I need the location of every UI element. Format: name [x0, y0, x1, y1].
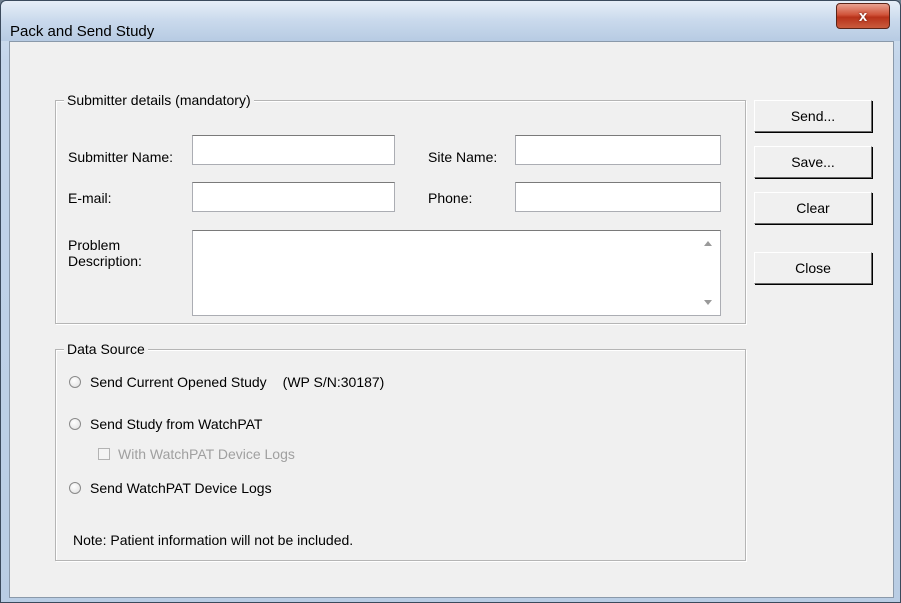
radio-button-icon[interactable] [69, 482, 81, 494]
email-input[interactable] [192, 182, 395, 212]
checkbox-device-logs[interactable]: With WatchPAT Device Logs [98, 446, 295, 462]
phone-input[interactable] [515, 182, 721, 212]
pack-and-send-dialog: Pack and Send Study x Submitter details … [0, 0, 901, 603]
close-window-button[interactable]: x [836, 3, 890, 29]
problem-label-line2: Description: [68, 253, 142, 269]
phone-label: Phone: [428, 190, 473, 206]
close-icon: x [858, 7, 868, 25]
scroll-down-arrow-icon[interactable] [704, 300, 712, 305]
scroll-up-arrow-icon[interactable] [704, 241, 712, 246]
patient-info-note: Note: Patient information will not be in… [73, 532, 354, 548]
site-name-input[interactable] [515, 135, 721, 165]
radio-button-icon[interactable] [69, 376, 81, 388]
radio-send-current-study[interactable]: Send Current Opened Study (WP S/N:30187) [69, 374, 384, 390]
problem-description-textarea[interactable] [192, 230, 721, 316]
window-title: Pack and Send Study [10, 23, 155, 40]
checkbox-icon[interactable] [98, 448, 110, 460]
radio-send-device-logs[interactable]: Send WatchPAT Device Logs [69, 480, 272, 496]
save-button[interactable]: Save... [754, 146, 872, 178]
data-source-legend: Data Source [64, 341, 148, 357]
radio-send-from-watchpat[interactable]: Send Study from WatchPAT [69, 416, 262, 432]
radio-send-device-logs-label: Send WatchPAT Device Logs [90, 480, 272, 496]
dialog-client-area: Submitter details (mandatory) Submitter … [9, 41, 894, 598]
radio-button-icon[interactable] [69, 418, 81, 430]
close-button[interactable]: Close [754, 252, 872, 284]
submitter-name-label: Submitter Name: [68, 149, 174, 165]
radio-send-current-study-label: Send Current Opened Study [90, 374, 267, 390]
clear-button[interactable]: Clear [754, 192, 872, 224]
send-button[interactable]: Send... [754, 100, 872, 132]
email-label: E-mail: [68, 190, 112, 206]
title-bar[interactable]: Pack and Send Study x [1, 1, 900, 41]
serial-number-text: (WP S/N:30187) [282, 374, 385, 390]
checkbox-device-logs-label: With WatchPAT Device Logs [118, 446, 295, 462]
radio-send-from-watchpat-label: Send Study from WatchPAT [90, 416, 263, 432]
submitter-name-input[interactable] [192, 135, 395, 165]
submitter-details-legend: Submitter details (mandatory) [64, 92, 254, 108]
site-name-label: Site Name: [428, 149, 498, 165]
problem-label-line1: Problem [68, 237, 121, 253]
